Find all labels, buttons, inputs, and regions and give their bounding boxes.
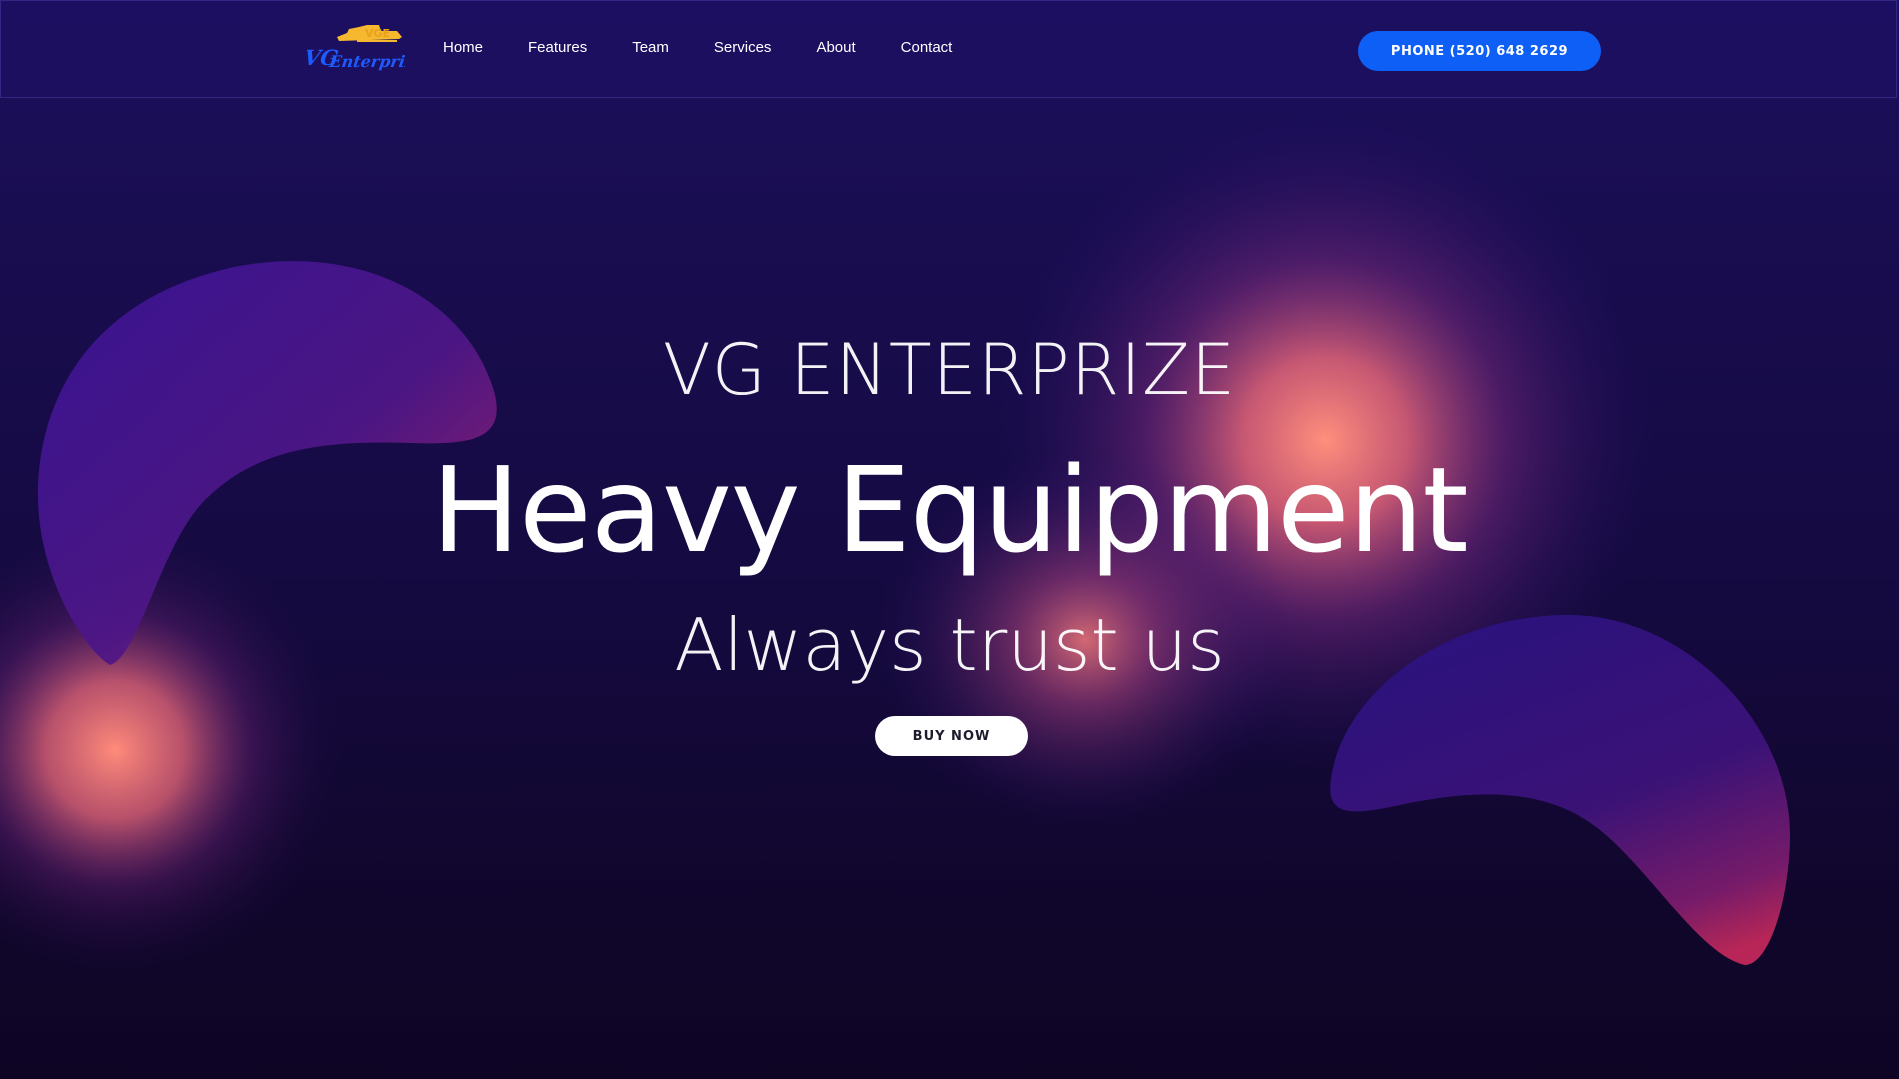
hero-tagline: Always trust us [674, 603, 1225, 687]
hero-kicker: VG ENTERPRIZE [662, 329, 1237, 411]
nav-services[interactable]: Services [714, 39, 772, 56]
brand-logo[interactable]: VGE VG Enterprize [307, 23, 405, 75]
svg-text:Enterprize: Enterprize [327, 52, 405, 71]
nav-about[interactable]: About [816, 39, 855, 56]
svg-text:VGE: VGE [365, 27, 390, 40]
top-navbar: VGE VG Enterprize Home Features Team Ser… [0, 0, 1897, 98]
nav-home[interactable]: Home [443, 39, 483, 56]
nav-team[interactable]: Team [632, 39, 669, 56]
nav-contact[interactable]: Contact [901, 39, 953, 56]
phone-button[interactable]: PHONE (520) 648 2629 [1358, 31, 1601, 71]
page: VGE VG Enterprize Home Features Team Ser… [0, 0, 1899, 1079]
buy-now-button[interactable]: BUY NOW [875, 716, 1028, 756]
hero-title: Heavy Equipment [431, 441, 1468, 579]
main-nav: Home Features Team Services About Contac… [443, 39, 997, 56]
nav-features[interactable]: Features [528, 39, 587, 56]
